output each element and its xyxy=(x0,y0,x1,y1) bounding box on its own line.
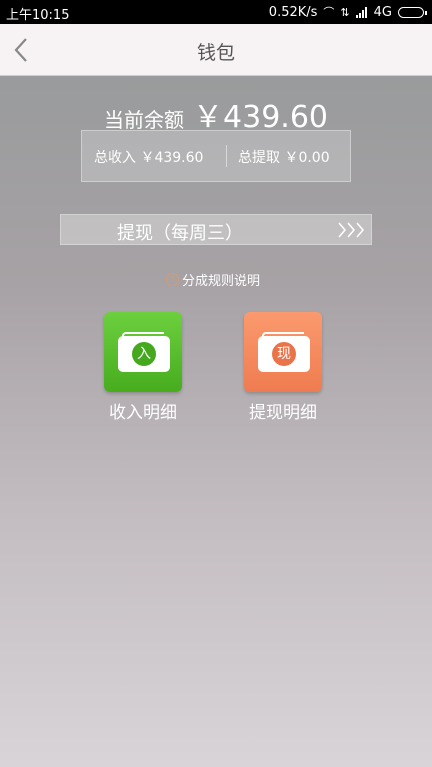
chevron-right-icon xyxy=(338,222,365,238)
network-type: 4G xyxy=(373,4,392,20)
withdraw-button[interactable]: 提现（每周三） xyxy=(60,214,372,245)
withdraw-tile: 现 xyxy=(244,312,322,392)
status-time: 上午10:15 xyxy=(6,8,70,23)
rules-link[interactable]: ? 分成规则说明 xyxy=(166,270,260,289)
info-icon: ? xyxy=(166,273,179,286)
summary-divider xyxy=(226,145,227,167)
wallet-content: 当前余额 ￥439.60 总收入 ￥439.60 总提取 ￥0.00 提现（每周… xyxy=(0,76,432,767)
income-coin: 入 xyxy=(132,342,156,366)
net-speed: 0.52K/s xyxy=(268,4,318,20)
status-bar: 上午10:15 0.52K/s ⌒ ⇅ 4G xyxy=(0,0,432,24)
income-details-button[interactable]: 入 收入明细 xyxy=(98,312,188,423)
income-tile: 入 xyxy=(104,312,182,392)
rules-link-label: 分成规则说明 xyxy=(182,274,261,289)
withdraw-label: 提现（每周三） xyxy=(117,223,243,244)
signal-icon xyxy=(355,6,368,18)
withdraw-details-button[interactable]: 现 提现明细 xyxy=(238,312,328,423)
nav-bar: 钱包 xyxy=(0,24,432,76)
total-withdrawn: 总提取 ￥0.00 xyxy=(238,150,330,166)
withdraw-coin: 现 xyxy=(272,342,296,366)
data-transfer-icon: ⇅ xyxy=(340,5,350,19)
withdraw-details-label: 提现明细 xyxy=(249,403,317,423)
battery-icon xyxy=(398,6,427,18)
withdraw-wallet-icon: 现 xyxy=(258,332,310,372)
income-details-label: 收入明细 xyxy=(109,403,177,423)
page-title: 钱包 xyxy=(196,42,235,64)
balance-label: 当前余额 xyxy=(103,108,184,132)
summary-box: 总收入 ￥439.60 总提取 ￥0.00 xyxy=(81,130,351,182)
status-indicators: 0.52K/s ⌒ ⇅ 4G xyxy=(268,4,427,20)
headset-icon: ⌒ xyxy=(323,6,335,19)
total-income: 总收入 ￥439.60 xyxy=(94,150,204,166)
income-wallet-icon: 入 xyxy=(118,332,170,372)
